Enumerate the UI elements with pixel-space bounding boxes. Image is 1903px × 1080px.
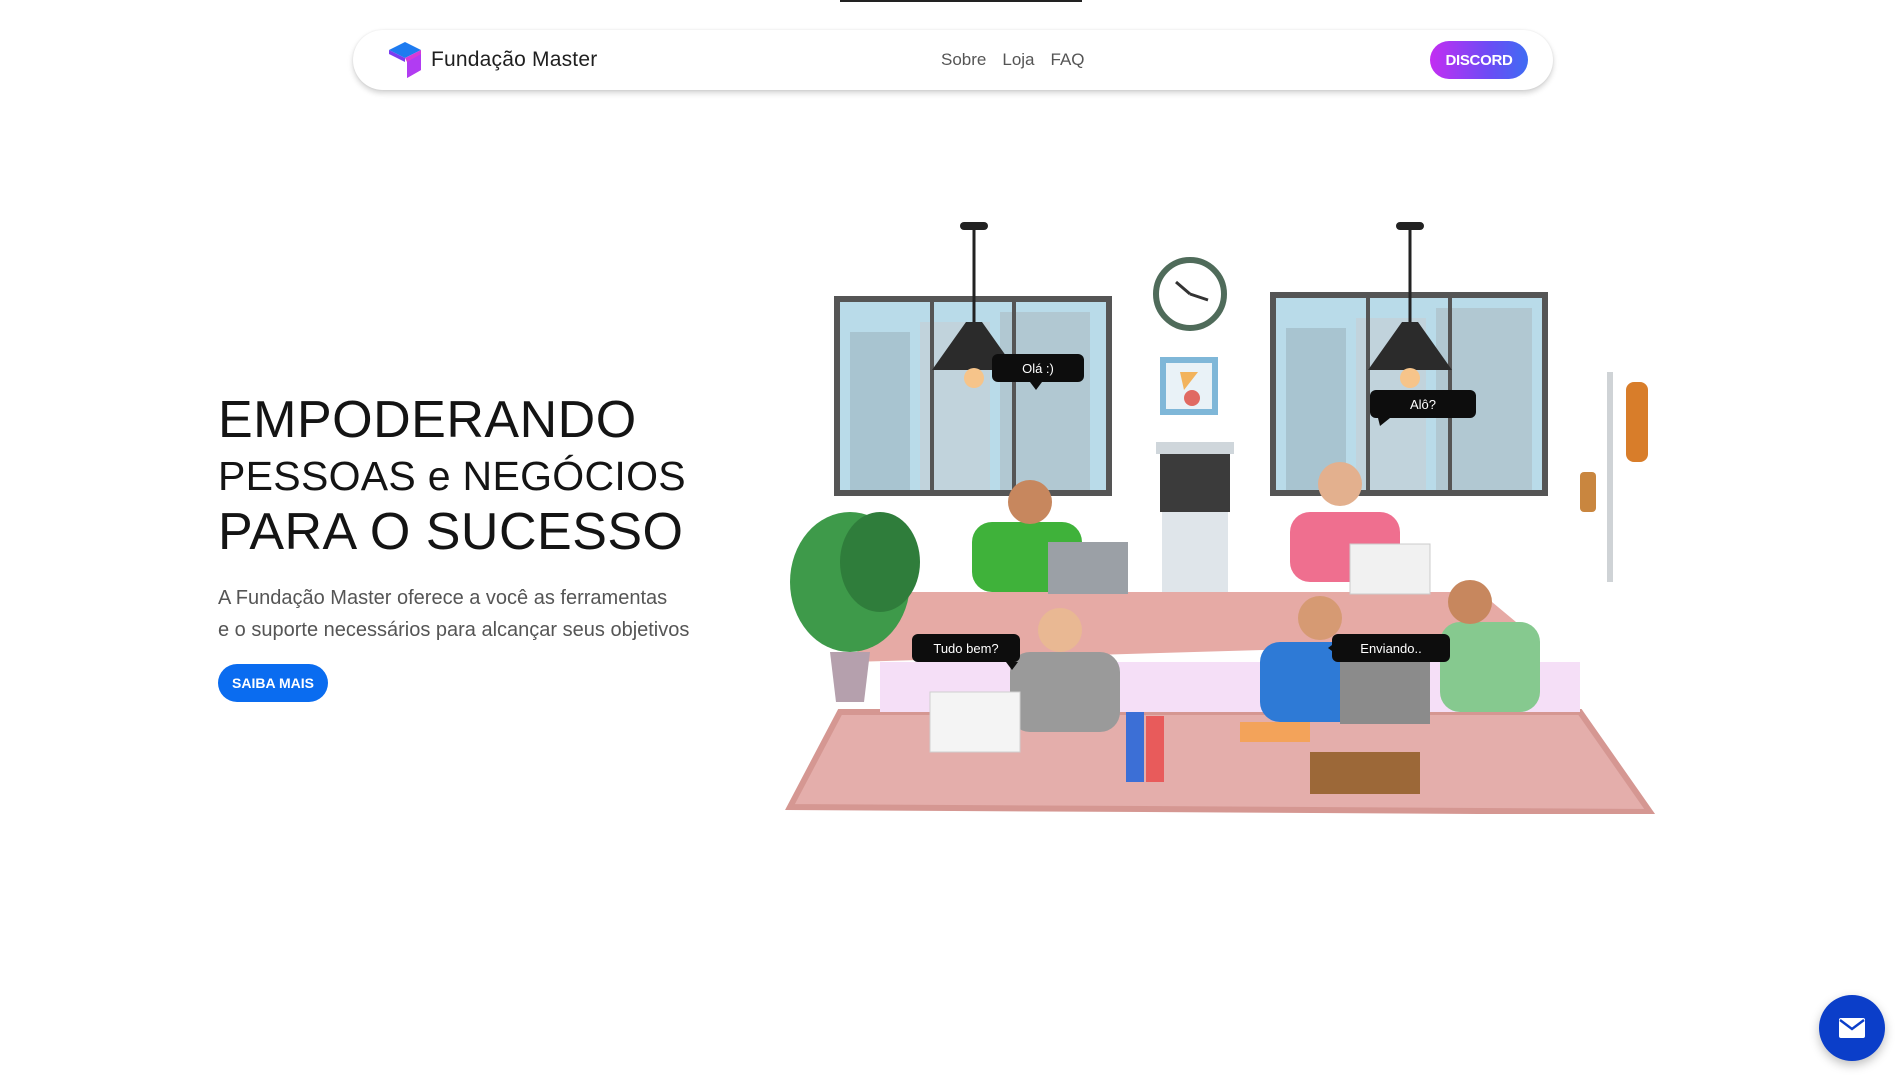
front-desk: [785, 709, 1656, 814]
hero-subtitle: A Fundação Master oferece a você as ferr…: [218, 582, 778, 646]
person-green: [972, 480, 1128, 594]
mail-fab-button[interactable]: [1819, 995, 1885, 1061]
clock-icon: [1153, 257, 1227, 331]
coat-rack: [1580, 372, 1648, 582]
wall-picture: [1160, 357, 1218, 415]
person-standing: [1440, 580, 1540, 712]
bubble-text-alo: Alô?: [1410, 397, 1436, 412]
bubble-text-ola: Olá :): [1022, 361, 1054, 376]
speech-bubble-enviando: Enviando..: [1328, 634, 1450, 662]
cube-logo-icon: [389, 42, 421, 78]
hero-title-line1: EMPODERANDO: [218, 391, 637, 449]
hero-subtitle-line2: e o suporte necessários para alcançar se…: [218, 619, 690, 641]
nav-link-loja[interactable]: Loja: [1002, 50, 1034, 70]
hero-subtitle-line1: A Fundação Master oferece a você as ferr…: [218, 587, 668, 609]
mail-icon: [1839, 1018, 1865, 1038]
bubble-text-tudo-bem: Tudo bem?: [933, 641, 998, 656]
nav-link-sobre[interactable]: Sobre: [941, 50, 986, 70]
hero: EMPODERANDO PESSOAS e NEGÓCIOS PARA O SU…: [218, 390, 778, 702]
top-divider: [840, 0, 1082, 2]
navbar: Fundação Master Sobre Loja FAQ DISCORD: [353, 30, 1553, 90]
book-red: [1146, 716, 1164, 782]
book-blue: [1126, 712, 1144, 782]
bubble-text-enviando: Enviando..: [1360, 641, 1421, 656]
folder: [1240, 722, 1310, 742]
hero-title-line2: PESSOAS e NEGÓCIOS: [218, 453, 686, 499]
brand-name: Fundação Master: [431, 48, 598, 71]
hero-title-line3: PARA O SUCESSO: [218, 503, 684, 561]
briefcase: [1310, 752, 1420, 794]
brand[interactable]: Fundação Master: [387, 40, 597, 80]
saiba-mais-button[interactable]: SAIBA MAIS: [218, 664, 328, 702]
office-illustration: Olá :) Alô? Tudo bem? Enviando..: [785, 222, 1656, 814]
discord-button[interactable]: DISCORD: [1430, 41, 1528, 79]
nav-link-faq[interactable]: FAQ: [1051, 50, 1085, 70]
nav-links: Sobre Loja FAQ: [941, 50, 1085, 70]
